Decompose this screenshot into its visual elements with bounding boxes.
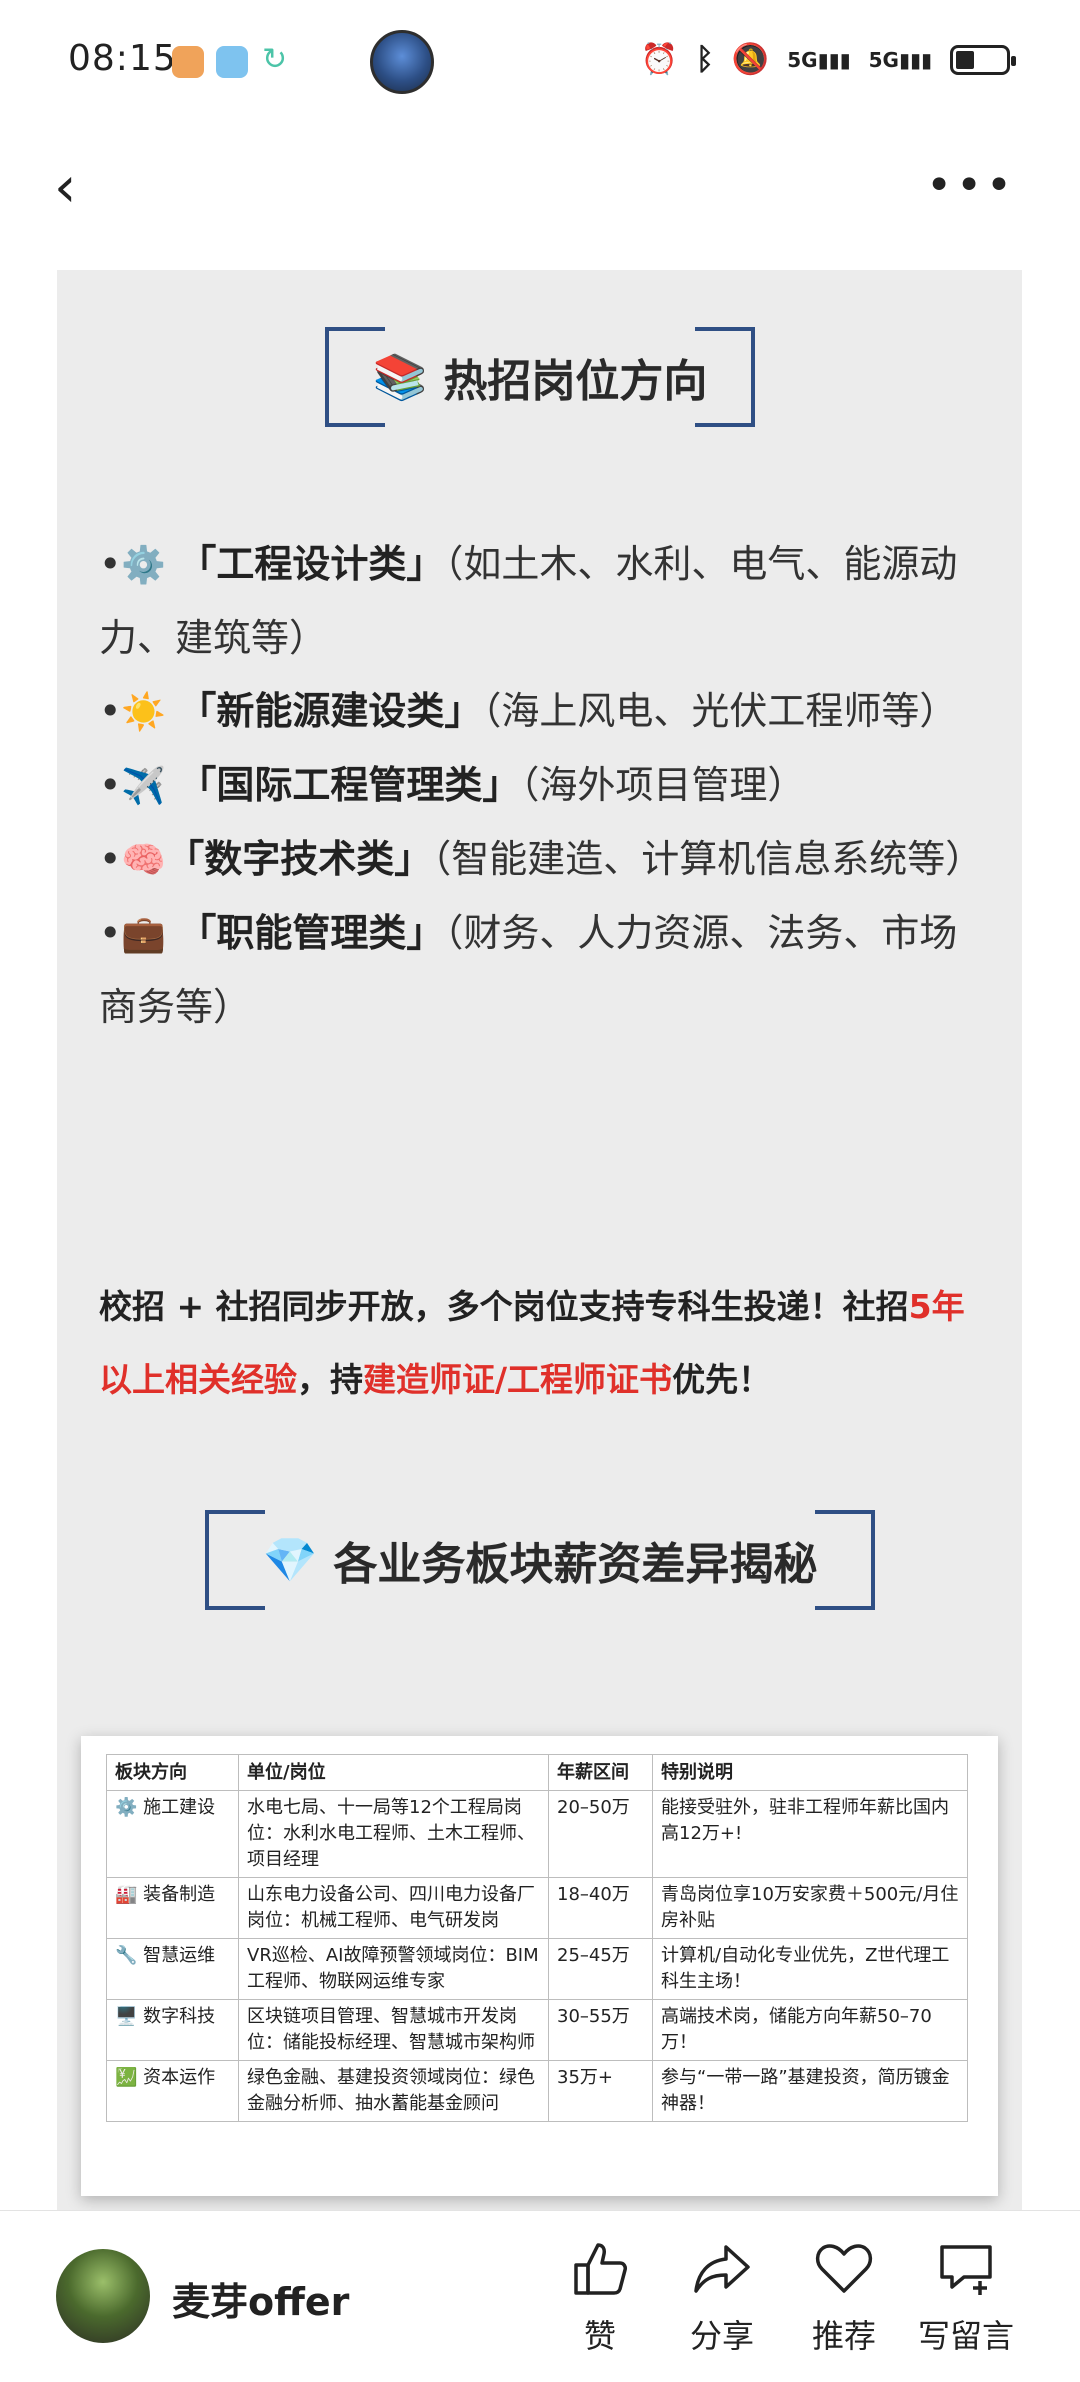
section-title: 各业务板块薪资差异揭秘 — [333, 1539, 818, 1590]
status-bar: 08:15 ↻ ⏰ ᛒ 🔕 5G▮▮▮ 5G▮▮▮ — [0, 0, 1080, 125]
section-header-hot-positions: 📚 热招岗位方向 — [325, 327, 755, 427]
gear-icon: ⚙️ — [121, 545, 167, 586]
alarm-icon: ⏰ — [640, 42, 678, 77]
chart-icon: 💹 — [115, 2067, 138, 2088]
section-title: 热招岗位方向 — [443, 356, 708, 407]
table-cell: ⚙️ 施工建设 — [106, 1790, 239, 1878]
floating-app-icon[interactable] — [370, 30, 434, 94]
factory-icon: 🏭 — [115, 1884, 138, 1905]
bracket-left — [325, 327, 385, 427]
table-cell: 💹 资本运作 — [106, 2060, 239, 2122]
write-comment-button[interactable]: 写留言 — [906, 2237, 1026, 2357]
share-arrow-icon — [694, 2245, 750, 2293]
table-cell: 青岛岗位享10万安家费＋500元/月住房补贴 — [652, 1877, 968, 1939]
back-icon[interactable]: ‹ — [54, 158, 94, 218]
table-row: 🖥️ 数字科技 区块链项目管理、智慧城市开发岗位：储能投标经理、智慧城市架构师 … — [106, 1999, 968, 2061]
salary-table-image[interactable]: 板块方向 单位/岗位 年薪区间 特别说明 ⚙️ 施工建设 水电七局、十一局等12… — [81, 1736, 998, 2196]
table-cell: 山东电力设备公司、四川电力设备厂岗位：机械工程师、电气研发岗 — [238, 1877, 549, 1939]
wrench-icon: 🔧 — [115, 1945, 138, 1966]
like-button[interactable]: 赞 — [540, 2237, 660, 2357]
table-cell: 参与“一带一路”基建投资，简历镀金神器！ — [652, 2060, 968, 2122]
bracket-right — [695, 327, 755, 427]
table-cell: 🔧 智慧运维 — [106, 1938, 239, 2000]
list-item: •☀️ 「新能源建设类」（海上风电、光伏工程师等） — [99, 689, 958, 733]
table-cell: 🏭 装备制造 — [106, 1877, 239, 1939]
table-cell: 18–40万 — [548, 1877, 653, 1939]
computer-icon: 🖥️ — [115, 2006, 138, 2027]
bracket-right — [815, 1510, 875, 1610]
app-notification-icon — [172, 46, 204, 78]
heart-icon — [815, 2244, 873, 2293]
table-header: 特别说明 — [652, 1754, 968, 1791]
position-list: •⚙️ 「工程设计类」（如土木、水利、电气、能源动力、建筑等） •☀️ 「新能源… — [99, 528, 989, 1044]
gear-icon: ⚙️ — [115, 1797, 138, 1818]
briefcase-icon: 💼 — [121, 914, 167, 955]
recruitment-note: 校招 + 社招同步开放，多个岗位支持专科生投递！社招5年以上相关经验，持建造师证… — [99, 1287, 965, 1399]
table-cell: 20–50万 — [548, 1790, 653, 1878]
share-button[interactable]: 分享 — [662, 2237, 782, 2357]
table-cell: 30–55万 — [548, 1999, 653, 2061]
table-row: ⚙️ 施工建设 水电七局、十一局等12个工程局岗位：水利水电工程师、土木工程师、… — [106, 1790, 968, 1878]
battery-icon — [950, 44, 1016, 75]
list-item: •⚙️ 「工程设计类」（如土木、水利、电气、能源动力、建筑等） — [99, 542, 958, 660]
thumbs-up-icon — [574, 2243, 627, 2295]
signal-icon-1: 5G▮▮▮ — [787, 47, 851, 72]
list-item: •💼 「职能管理类」（财务、人力资源、法务、市场商务等） — [99, 911, 958, 1029]
recommend-button[interactable]: 推荐 — [784, 2237, 904, 2357]
brain-icon: 🧠 — [121, 840, 167, 881]
table-cell: 水电七局、十一局等12个工程局岗位：水利水电工程师、土木工程师、项目经理 — [238, 1790, 549, 1878]
table-cell: 计算机/自动化专业优先，Z世代理工科生主场！ — [652, 1938, 968, 2000]
table-cell: 区块链项目管理、智慧城市开发岗位：储能投标经理、智慧城市架构师 — [238, 1999, 549, 2061]
mute-icon: 🔕 — [731, 42, 770, 77]
status-time: 08:15 — [68, 38, 177, 79]
bracket-left — [205, 1510, 265, 1610]
table-cell: 绿色金融、基建投资领域岗位：绿色金融分析师、抽水蓄能基金顾问 — [238, 2060, 549, 2122]
table-cell: 高端技术岗，储能方向年薪50–70万！ — [652, 1999, 968, 2061]
list-item: •✈️ 「国际工程管理类」（海外项目管理） — [99, 763, 806, 807]
airplane-icon: ✈️ — [121, 766, 167, 807]
table-header: 年薪区间 — [548, 1754, 653, 1791]
diamond-icon: 💎 — [262, 1535, 318, 1586]
salary-table: 板块方向 单位/岗位 年薪区间 特别说明 ⚙️ 施工建设 水电七局、十一局等12… — [106, 1754, 968, 2122]
list-item: •🧠「数字技术类」（智能建造、计算机信息系统等） — [99, 837, 984, 881]
table-row: 🏭 装备制造 山东电力设备公司、四川电力设备厂岗位：机械工程师、电气研发岗 18… — [106, 1877, 968, 1939]
section-header-salary: 💎 各业务板块薪资差异揭秘 — [205, 1510, 875, 1610]
author-avatar[interactable] — [56, 2249, 150, 2343]
table-cell: VR巡检、AI故障预警领域岗位：BIM工程师、物联网运维专家 — [238, 1938, 549, 2000]
table-header: 单位/岗位 — [238, 1754, 549, 1791]
author-name[interactable]: 麦芽offer — [172, 2271, 349, 2326]
more-options-icon[interactable]: ••• — [926, 160, 1016, 211]
table-row: 💹 资本运作 绿色金融、基建投资领域岗位：绿色金融分析师、抽水蓄能基金顾问 35… — [106, 2060, 968, 2122]
sun-icon: ☀️ — [121, 692, 167, 733]
table-row: 🔧 智慧运维 VR巡检、AI故障预警领域岗位：BIM工程师、物联网运维专家 25… — [106, 1938, 968, 2000]
bluetooth-icon: ᛒ — [695, 42, 714, 77]
table-cell: 能接受驻外，驻非工程师年薪比国内高12万+! — [652, 1790, 968, 1878]
bottom-action-bar: 麦芽offer 赞 分享 推荐 写留言 — [0, 2210, 1080, 2382]
article-content: 📚 热招岗位方向 •⚙️ 「工程设计类」（如土木、水利、电气、能源动力、建筑等）… — [57, 270, 1022, 2210]
sync-icon: ↻ — [262, 42, 288, 77]
table-cell: 35万+ — [548, 2060, 653, 2122]
table-cell: 🖥️ 数字科技 — [106, 1999, 239, 2061]
comment-add-icon — [940, 2245, 992, 2295]
status-indicators: ⏰ ᛒ 🔕 5G▮▮▮ 5G▮▮▮ — [640, 42, 1016, 77]
signal-icon-2: 5G▮▮▮ — [868, 47, 932, 72]
table-header: 板块方向 — [106, 1754, 239, 1791]
table-header-row: 板块方向 单位/岗位 年薪区间 特别说明 — [106, 1754, 968, 1791]
table-cell: 25–45万 — [548, 1938, 653, 2000]
book-app-notification-icon — [216, 46, 248, 78]
